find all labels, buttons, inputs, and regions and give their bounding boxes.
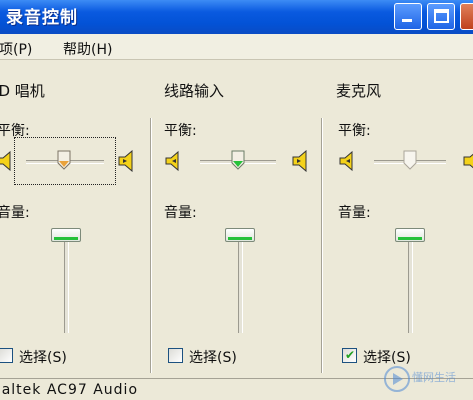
close-button[interactable]: [460, 3, 473, 30]
volume-label: 音量:: [0, 205, 30, 221]
menu-options[interactable]: 选项(P): [0, 39, 32, 59]
balance-label: 平衡:: [338, 123, 371, 139]
menu-bar: 选项(P) 帮助(H): [0, 34, 473, 60]
speaker-right-icon: [463, 153, 473, 169]
minimize-icon: [402, 19, 412, 22]
speaker-left-icon: [0, 150, 11, 172]
channel-title: 麦克风: [336, 82, 382, 100]
speaker-left-icon: [165, 150, 179, 172]
volume-slider-track[interactable]: [64, 237, 69, 333]
select-checkbox[interactable]: [168, 348, 183, 363]
watermark-text: 懂网生活: [412, 371, 456, 384]
channel-line-in: 线路输入 平衡: 音量: 选择(S): [156, 62, 320, 374]
volume-slider-thumb[interactable]: [51, 228, 81, 242]
balance-slider-thumb[interactable]: [57, 150, 71, 170]
channel-title: 线路输入: [164, 82, 225, 100]
volume-label: 音量:: [338, 205, 371, 221]
channel-cd: CD 唱机 平衡: 音量: 选择(S): [0, 62, 148, 374]
select-checkbox[interactable]: [0, 348, 13, 363]
balance-slider-thumb[interactable]: [403, 150, 417, 170]
volume-slider-thumb[interactable]: [225, 228, 255, 242]
column-divider: [150, 118, 152, 373]
speaker-left-icon: [339, 150, 353, 172]
watermark: 懂网生活: [382, 364, 470, 396]
speaker-right-icon: [292, 150, 307, 172]
channel-title: CD 唱机: [0, 82, 45, 100]
minimize-button[interactable]: [394, 3, 422, 30]
column-divider: [321, 118, 323, 373]
menu-help[interactable]: 帮助(H): [63, 39, 112, 59]
volume-slider-thumb[interactable]: [395, 228, 425, 242]
speaker-right-icon: [118, 150, 133, 172]
volume-slider-track[interactable]: [408, 237, 413, 333]
title-bar[interactable]: 录音控制: [0, 0, 473, 34]
window-title: 录音控制: [6, 8, 78, 28]
volume-label: 音量:: [164, 205, 197, 221]
maximize-button[interactable]: [427, 3, 455, 30]
watermark-logo-icon: [384, 366, 410, 392]
checkmark-icon: ✔: [345, 348, 356, 362]
select-label: 选择(S): [189, 350, 237, 366]
select-label: 选择(S): [19, 350, 67, 366]
select-checkbox[interactable]: ✔: [342, 348, 357, 363]
balance-slider-thumb[interactable]: [231, 150, 245, 170]
status-text: Realtek AC97 Audio: [0, 382, 139, 398]
balance-label: 平衡:: [164, 123, 197, 139]
volume-slider-track[interactable]: [238, 237, 243, 333]
channel-microphone: 麦克风 平衡: 音量: ✔ 选择(S): [328, 62, 473, 374]
maximize-icon: [434, 9, 449, 23]
